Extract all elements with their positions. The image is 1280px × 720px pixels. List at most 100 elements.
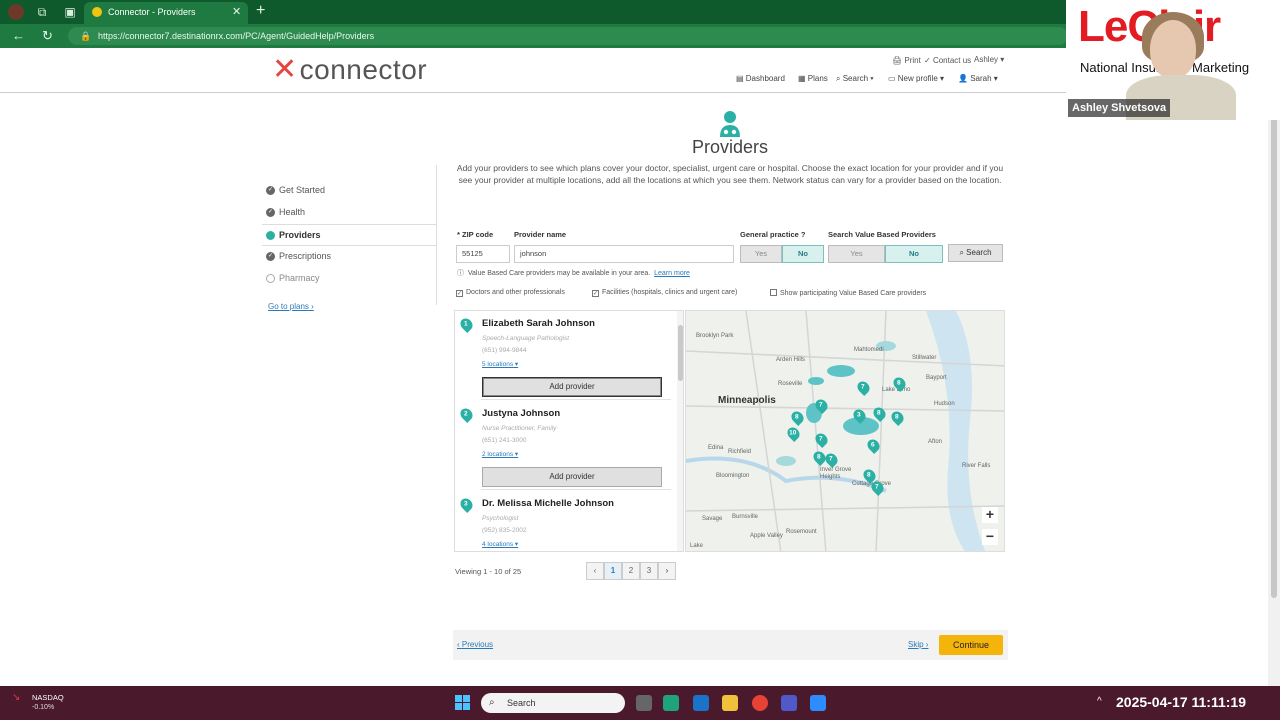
search-icon: ⌕: [489, 697, 495, 708]
datetime-overlay: 2025-04-17 11:11:19: [1116, 694, 1246, 710]
continue-button[interactable]: Continue: [939, 635, 1003, 655]
teams-icon[interactable]: [781, 695, 797, 711]
nav-new-profile[interactable]: ▭ New profile ▾: [888, 74, 944, 83]
site-info-icon[interactable]: 🔒: [80, 27, 91, 45]
profile-icon[interactable]: [8, 4, 24, 20]
list-item: 3 Dr. Melissa Michelle Johnson Psycholog…: [455, 495, 675, 551]
map-pin-icon: 2: [458, 406, 475, 423]
progress-sidebar: ✓ Get Started ✓ Health Providers ✓ Prescrip…: [262, 180, 436, 290]
locations-toggle[interactable]: 2 locations ▾: [482, 450, 518, 458]
vb-no-button[interactable]: No: [885, 245, 943, 263]
provider-results-list[interactable]: 1 Elizabeth Sarah Johnson Speech-Languag…: [454, 310, 684, 552]
previous-link[interactable]: ‹ Previous: [457, 640, 493, 649]
start-icon[interactable]: [455, 695, 471, 711]
provider-map[interactable]: Brooklyn Park Mahtomedi Stillwater Arden…: [685, 310, 1005, 552]
page-1-button[interactable]: 1: [604, 562, 622, 580]
workspaces-icon[interactable]: ⧉: [34, 4, 50, 20]
results-scrollbar[interactable]: [677, 311, 683, 551]
stock-widget[interactable]: ↘ NASDAQ -0.10%: [12, 693, 64, 713]
zoom-in-button[interactable]: +: [982, 507, 998, 523]
gp-yes-button[interactable]: Yes: [740, 245, 782, 263]
zoom-out-button[interactable]: −: [982, 529, 998, 545]
provider-specialty: Psychologist: [482, 515, 519, 522]
new-tab-icon[interactable]: +: [256, 2, 265, 20]
sidebar-item-providers[interactable]: Providers: [262, 224, 436, 246]
provider-phone: (651) 994-9844: [482, 347, 527, 354]
vbc-checkbox[interactable]: Show participating Value Based Care prov…: [770, 289, 926, 297]
add-provider-button[interactable]: Add provider: [482, 467, 662, 487]
page-3-button[interactable]: 3: [640, 562, 658, 580]
go-to-plans-link[interactable]: Go to plans ›: [268, 302, 314, 311]
sidebar-item-health[interactable]: ✓ Health: [262, 202, 436, 224]
nav-sarah[interactable]: 👤 Sarah ▾: [958, 74, 998, 83]
map-label: Brooklyn Park: [696, 333, 734, 339]
tray-overflow-icon[interactable]: ^: [1097, 696, 1102, 707]
tab-connector-providers[interactable]: Connector - Providers: [84, 2, 248, 24]
tab-actions-icon[interactable]: ▣: [62, 4, 78, 20]
provider-name-label: Provider name: [514, 230, 567, 239]
zoom-icon[interactable]: [810, 695, 826, 711]
url-text: https://connector7.destinationrx.com/PC/…: [98, 31, 375, 41]
page-scrollbar[interactable]: [1268, 48, 1280, 686]
gp-no-button[interactable]: No: [782, 245, 824, 263]
map-label: Roseville: [778, 381, 803, 387]
locations-label: 2 locations: [482, 451, 514, 458]
checkbox-unchecked-icon: [770, 289, 777, 296]
pin-number: 2: [463, 410, 468, 418]
task-view-icon[interactable]: [636, 695, 652, 711]
reload-icon[interactable]: ↻: [42, 28, 53, 44]
providers-icon: [720, 111, 740, 137]
connector-logo[interactable]: ✕connector: [272, 52, 427, 87]
taskbar-search[interactable]: ⌕ Search: [481, 693, 625, 713]
print-link[interactable]: 🖨 Print: [892, 56, 921, 65]
page-2-button[interactable]: 2: [622, 562, 640, 580]
edge-icon[interactable]: [663, 695, 679, 711]
provider-name-input[interactable]: johnson: [514, 245, 734, 263]
vb-yes-button[interactable]: Yes: [828, 245, 885, 263]
map-pin-icon: 1: [458, 316, 475, 333]
sidebar-item-get-started[interactable]: ✓ Get Started: [262, 180, 436, 202]
tab-title: Connector - Providers: [108, 7, 196, 17]
pin-number: 1: [463, 320, 468, 328]
url-input[interactable]: 🔒 https://connector7.destinationrx.com/P…: [68, 27, 1068, 45]
sidebar-item-label: Prescriptions: [279, 251, 332, 261]
help-icon[interactable]: ?: [801, 230, 806, 239]
scrollbar-thumb[interactable]: [678, 325, 683, 381]
prev-page-icon[interactable]: ‹: [586, 562, 604, 580]
map-label: Rosemount: [786, 529, 817, 535]
nav-new-profile-label: New profile: [897, 74, 938, 83]
nav-dashboard[interactable]: ▤ Dashboard: [736, 74, 785, 83]
participant-face: [1150, 20, 1196, 78]
logo-x-icon: ✕: [272, 53, 298, 86]
nav-plans[interactable]: ▦ Plans: [798, 74, 828, 83]
map-label: Bayport: [926, 375, 947, 381]
back-icon[interactable]: ←: [12, 28, 25, 43]
facilities-checkbox[interactable]: ✓ Facilities (hospitals, clinics and urge…: [592, 289, 737, 297]
search-button[interactable]: ⌕ Search: [948, 244, 1003, 262]
locations-toggle[interactable]: 4 locations ▾: [482, 540, 518, 548]
skip-link[interactable]: Skip ›: [908, 640, 928, 649]
list-item: 2 Justyna Johnson Nurse Practitioner, Fa…: [455, 405, 675, 491]
doctors-checkbox[interactable]: ✓ Doctors and other professionals: [456, 289, 565, 297]
checkbox-checked-icon: ✓: [456, 290, 463, 297]
file-explorer-icon[interactable]: [722, 695, 738, 711]
list-item: 1 Elizabeth Sarah Johnson Speech-Languag…: [455, 315, 675, 401]
learn-more-link[interactable]: Learn more: [654, 270, 690, 277]
scrollbar-thumb[interactable]: [1271, 58, 1277, 598]
sidebar-item-pharmacy[interactable]: Pharmacy: [262, 268, 436, 290]
nav-plans-label: Plans: [807, 74, 828, 83]
checkbox-checked-icon: ✓: [592, 290, 599, 297]
locations-toggle[interactable]: 5 locations ▾: [482, 360, 518, 368]
chrome-icon[interactable]: [752, 695, 768, 711]
tab-close-icon[interactable]: ✕: [232, 5, 241, 18]
zip-input[interactable]: 55125: [456, 245, 510, 263]
add-provider-button[interactable]: Add provider: [482, 377, 662, 397]
contact-link[interactable]: ✓ Contact us: [924, 56, 971, 65]
next-page-icon[interactable]: ›: [658, 562, 676, 580]
sidebar-item-prescriptions[interactable]: ✓ Prescriptions: [262, 246, 436, 268]
map-label: Savage: [702, 516, 723, 522]
nav-search[interactable]: ⌕ Search ▾: [836, 74, 874, 84]
user-menu[interactable]: Ashley ▾: [974, 55, 1004, 64]
map-label: Burnsville: [732, 514, 759, 520]
outlook-icon[interactable]: [693, 695, 709, 711]
